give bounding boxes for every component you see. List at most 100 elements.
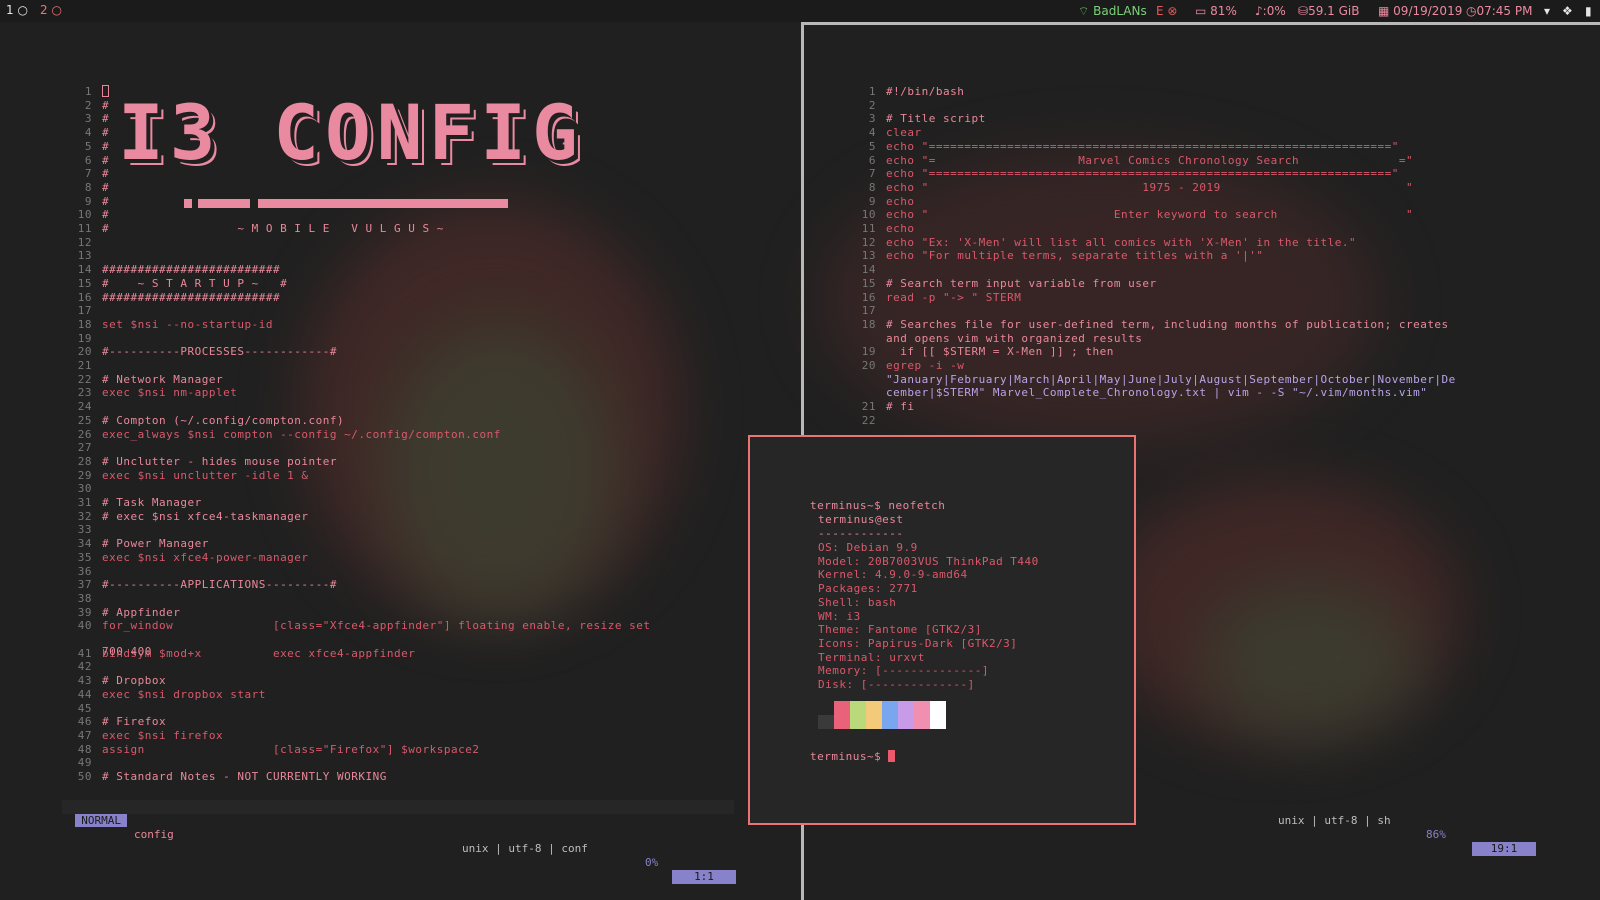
- time-status: ◷07:45 PM: [1466, 4, 1533, 18]
- line-number: 22: [77, 372, 92, 386]
- code-text: #: [102, 194, 110, 208]
- vim-fileinfo-right: unix | utf-8 | sh: [1278, 814, 1391, 827]
- color-swatch: [914, 701, 930, 729]
- code-line: 25 # Compton (~/.config/compton.conf): [68, 414, 344, 428]
- disk-status: ⛁59.1 GiB: [1298, 4, 1360, 18]
- code-text: # Searches file for user-defined term, i…: [886, 317, 1449, 331]
- code-text: # Unclutter - hides mouse pointer: [102, 454, 338, 468]
- code-line: 8 echo " 1975 - 2019 ": [852, 181, 1413, 195]
- code-text: # Search term input variable from user: [886, 276, 1157, 290]
- code-text: echo "= Marvel Comics Chronology Search …: [886, 153, 1414, 167]
- code-line: 7 echo "=================================…: [852, 167, 1399, 181]
- code-text: # Firefox: [102, 715, 167, 729]
- code-text: # Dropbox: [102, 674, 167, 688]
- line-number: 6: [84, 153, 92, 167]
- code-text: echo " 1975 - 2019 ": [886, 180, 1414, 194]
- code-text: if [[ $STERM = X-Men ]] ; then: [886, 345, 1114, 359]
- tray-icon[interactable]: ▮: [1585, 4, 1592, 18]
- terminal-prompt-2[interactable]: terminus~$: [810, 750, 896, 764]
- code-line: 8 #: [68, 181, 109, 195]
- line-number: 17: [861, 304, 876, 318]
- line-number: 5: [84, 139, 92, 153]
- line-number: 12: [77, 235, 92, 249]
- line-number: 21: [861, 400, 876, 414]
- vim-position-right: 19:1: [1472, 842, 1536, 856]
- code-line: 21 # fi: [852, 400, 915, 414]
- code-line: 45: [68, 702, 102, 716]
- wifi-tray-icon[interactable]: ▾: [1544, 4, 1550, 18]
- line-number: 31: [77, 496, 92, 509]
- color-swatch: [898, 701, 914, 729]
- line-number: 9: [868, 194, 876, 208]
- dropbox-icon[interactable]: ❖: [1562, 4, 1573, 18]
- code-line: 21: [68, 359, 102, 373]
- workspace-2[interactable]: 2 ○: [40, 3, 62, 17]
- line-number: 16: [77, 290, 92, 304]
- color-swatch: [850, 701, 866, 729]
- code-line: 24: [68, 400, 102, 414]
- code-text: # Appfinder: [102, 605, 181, 619]
- vim-percent: 0%: [645, 856, 659, 869]
- terminal-cursor: [888, 750, 896, 762]
- code-text: # Standard Notes - NOT CURRENTLY WORKING: [102, 770, 387, 783]
- vim-percent-right: 86%: [1426, 828, 1446, 841]
- code-line: 9 echo: [852, 195, 915, 209]
- code-text: # ~ S T A R T U P ~ #: [102, 276, 288, 290]
- line-number: 34: [77, 537, 92, 551]
- vim-mode: NORMAL: [75, 814, 127, 827]
- code-line: 43 # Dropbox: [68, 674, 166, 688]
- code-text: # fi: [886, 400, 915, 414]
- code-line: 19: [68, 332, 102, 346]
- code-line: 2 #: [68, 99, 109, 113]
- line-number: 9: [84, 194, 92, 208]
- line-number: 49: [77, 756, 92, 770]
- line-number: 16: [861, 290, 876, 304]
- code-text: echo: [886, 222, 915, 235]
- code-line: 30: [68, 482, 102, 496]
- workspace-1[interactable]: 1 ○: [6, 3, 28, 17]
- line-number: 5: [868, 139, 876, 153]
- code-text: #: [102, 126, 110, 140]
- code-text: for_window [class="Xfce4-appfinder"] flo…: [102, 619, 651, 633]
- clock-icon: ◷: [1466, 4, 1477, 18]
- wrapped-line: 700 400: [102, 645, 152, 658]
- line-number: 39: [77, 605, 92, 619]
- code-line: 16 read -p "-> " STERM: [852, 291, 1021, 305]
- calendar-icon: ▦: [1378, 4, 1390, 18]
- line-number: 7: [868, 167, 876, 181]
- code-text: set $nsi --no-startup-id: [102, 317, 273, 331]
- vim-cursor: [102, 85, 109, 97]
- code-line: 36: [68, 565, 102, 579]
- line-number: 20: [77, 345, 92, 359]
- code-line: 40 for_window [class="Xfce4-appfinder"] f…: [68, 619, 650, 633]
- line-number: 30: [77, 482, 92, 496]
- battery-icon: ▭: [1195, 4, 1207, 18]
- code-line: 22: [852, 414, 886, 428]
- code-line: 14: [852, 263, 886, 277]
- code-line: 44 exec $nsi dropbox start: [68, 688, 266, 702]
- terminal-separator: ------------: [818, 527, 904, 540]
- code-line: 1 #!/bin/bash: [852, 85, 964, 99]
- neofetch-terminal[interactable]: terminus~$ neofetch terminus@est -------…: [748, 435, 1136, 825]
- code-line: 17: [68, 304, 102, 318]
- code-text: cember|$STERM" Marvel_Complete_Chronolog…: [886, 386, 1428, 400]
- code-line: 19 if [[ $STERM = X-Men ]] ; then: [852, 345, 1114, 359]
- code-line: 23 exec $nsi nm-applet: [68, 386, 237, 400]
- line-number: 48: [77, 742, 92, 756]
- code-text: #: [102, 112, 110, 126]
- code-text: read -p "-> " STERM: [886, 290, 1022, 304]
- line-number: 37: [77, 578, 92, 592]
- code-text: exec $nsi nm-applet: [102, 386, 238, 400]
- line-number: 11: [77, 222, 92, 235]
- line-number: 13: [77, 249, 92, 263]
- line-number: 36: [77, 564, 92, 578]
- code-line: 42: [68, 660, 102, 674]
- code-text: # ~ M O B I L E V U L G U S ~: [102, 222, 444, 235]
- line-number: 10: [861, 208, 876, 222]
- code-line: 7 #: [68, 167, 109, 181]
- vim-fileinfo: unix | utf-8 | conf: [462, 842, 588, 855]
- code-text: exec $nsi xfce4-power-manager: [102, 550, 309, 564]
- code-line: 17: [852, 304, 886, 318]
- line-number: 6: [868, 153, 876, 167]
- line-number: 19: [77, 331, 92, 345]
